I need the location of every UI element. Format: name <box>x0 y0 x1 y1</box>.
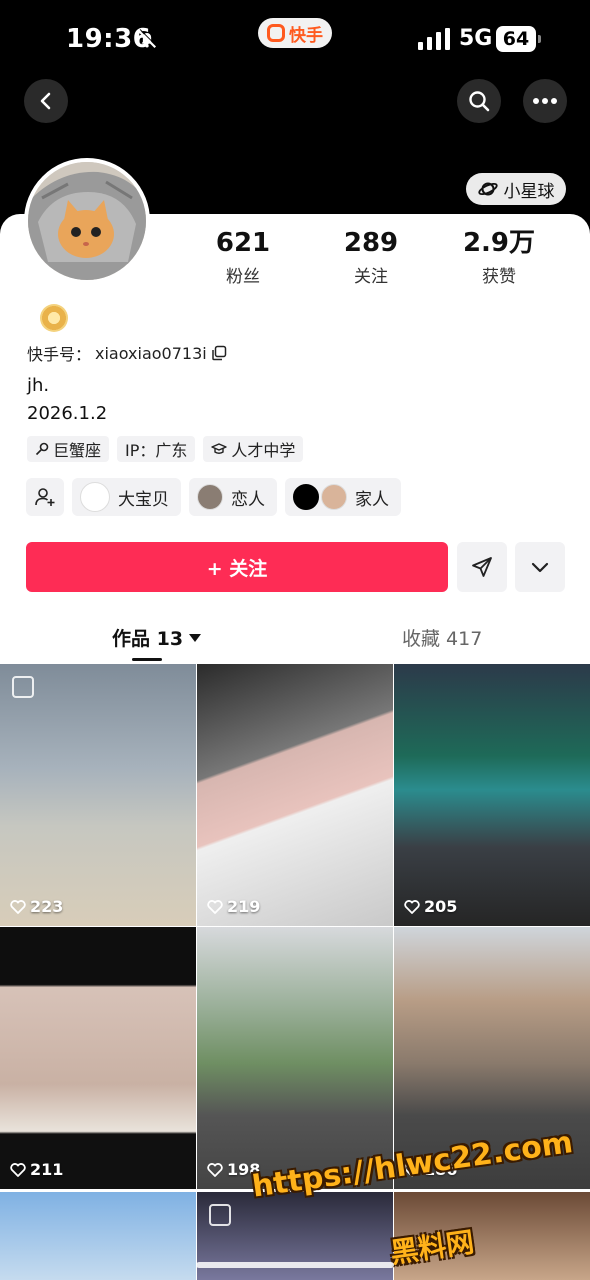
chevron-left-icon <box>40 92 51 110</box>
avatar-image <box>28 162 146 280</box>
post-likes-count: 223 <box>30 897 64 916</box>
caret-down-icon <box>189 633 202 642</box>
post-likes-count: 219 <box>227 897 261 916</box>
kuaishou-id-row[interactable]: 快手号： xiaoxiao0713i <box>27 341 227 365</box>
tab-works[interactable]: 作品 13 <box>112 624 202 651</box>
planet-icon <box>477 182 498 196</box>
kuaishou-id-value: xiaoxiao0713i <box>95 343 207 363</box>
planet-button[interactable]: 小星球 <box>466 173 566 205</box>
relation-label: 家人 <box>355 489 389 510</box>
chevron-down-icon <box>531 562 549 573</box>
post-tile[interactable] <box>0 1192 196 1280</box>
relations-row: 大宝贝 恋人 家人 <box>26 478 401 516</box>
stat-following-num: 289 <box>343 228 399 258</box>
stat-likes-label: 获赞 <box>482 267 516 287</box>
search-icon <box>469 91 490 112</box>
planet-label: 小星球 <box>503 181 555 202</box>
post-likes-count: 211 <box>30 1160 64 1179</box>
battery-indicator: 64 <box>496 26 541 52</box>
share-button[interactable] <box>457 542 507 592</box>
kuaishou-id-label: 快手号： <box>27 345 92 364</box>
zodiac-icon <box>35 442 49 456</box>
post-tile[interactable]: 211 <box>0 927 196 1189</box>
tab-underline <box>132 658 162 661</box>
medal-badge-icon[interactable] <box>40 304 68 332</box>
stat-followers-num: 621 <box>215 228 271 258</box>
relation-label: 恋人 <box>231 489 265 510</box>
stat-likes[interactable]: 2.9万 获赞 <box>444 228 554 287</box>
tag-zodiac[interactable]: 巨蟹座 <box>27 436 110 462</box>
kuaishou-logo-icon <box>267 24 285 42</box>
bell-muted-icon <box>137 29 157 49</box>
post-likes: 223 <box>10 897 63 916</box>
tab-works-label: 作品 13 <box>112 628 184 650</box>
add-relation-button[interactable] <box>26 478 64 516</box>
network-type: 5G <box>459 26 493 51</box>
add-user-icon <box>35 488 55 506</box>
more-actions-button[interactable] <box>515 542 565 592</box>
copy-icon[interactable] <box>211 345 227 361</box>
relation-avatar <box>197 484 223 510</box>
app-indicator[interactable]: 快手 <box>258 18 332 48</box>
more-button[interactable] <box>523 79 567 123</box>
avatar[interactable] <box>24 158 150 284</box>
relation-chip-lover[interactable]: 恋人 <box>189 478 277 516</box>
heart-icon <box>404 899 420 914</box>
post-tile[interactable]: 198 <box>197 927 393 1189</box>
stat-following[interactable]: 289 关注 <box>316 228 426 287</box>
relation-avatar <box>293 484 319 510</box>
heart-icon <box>207 899 223 914</box>
post-likes: 205 <box>404 897 457 916</box>
post-grid: 223 219 205 211 198 186 <box>0 664 590 1189</box>
tag-zodiac-label: 巨蟹座 <box>53 441 102 460</box>
post-likes-count: 205 <box>424 897 458 916</box>
post-likes: 219 <box>207 897 260 916</box>
tag-ip-label: IP：广东 <box>125 441 188 460</box>
stat-followers[interactable]: 621 粉丝 <box>188 228 298 287</box>
search-button[interactable] <box>457 79 501 123</box>
post-likes: 211 <box>10 1160 63 1179</box>
stat-followers-label: 粉丝 <box>226 267 260 287</box>
profile-tags: 巨蟹座 IP：广东 人才中学 <box>27 436 304 462</box>
tag-school-label: 人才中学 <box>231 441 296 460</box>
more-icon <box>533 98 557 104</box>
post-tile[interactable]: 223 <box>0 664 196 926</box>
follow-button[interactable]: + 关注 <box>26 542 448 592</box>
post-tile[interactable]: 219 <box>197 664 393 926</box>
follow-button-label: + 关注 <box>206 557 268 580</box>
bio-line-1: jh. <box>27 375 50 396</box>
stat-likes-num: 2.9万 <box>462 228 536 258</box>
image-post-icon <box>12 676 34 698</box>
relation-avatar <box>80 482 110 512</box>
stat-following-label: 关注 <box>354 267 388 287</box>
send-icon <box>472 557 492 577</box>
heart-icon <box>10 1162 26 1177</box>
relation-label: 大宝贝 <box>118 489 169 510</box>
relation-chip-family[interactable]: 家人 <box>285 478 401 516</box>
graduation-cap-icon <box>211 443 228 454</box>
post-tile[interactable]: 205 <box>394 664 590 926</box>
bio-line-2: 2026.1.2 <box>27 403 108 424</box>
home-indicator[interactable] <box>196 1262 394 1268</box>
app-indicator-label: 快手 <box>289 25 323 46</box>
signal-icon <box>418 28 450 50</box>
relation-avatar <box>321 484 347 510</box>
tag-school[interactable]: 人才中学 <box>203 436 304 462</box>
back-button[interactable] <box>24 79 68 123</box>
status-bar: 19:36 快手 5G 64 <box>0 0 590 70</box>
heart-icon <box>207 1162 223 1177</box>
tab-favorites[interactable]: 收藏 417 <box>402 624 482 651</box>
image-post-icon <box>209 1204 231 1226</box>
heart-icon <box>10 899 26 914</box>
relation-chip-baobei[interactable]: 大宝贝 <box>72 478 181 516</box>
tag-ip: IP：广东 <box>117 436 196 462</box>
